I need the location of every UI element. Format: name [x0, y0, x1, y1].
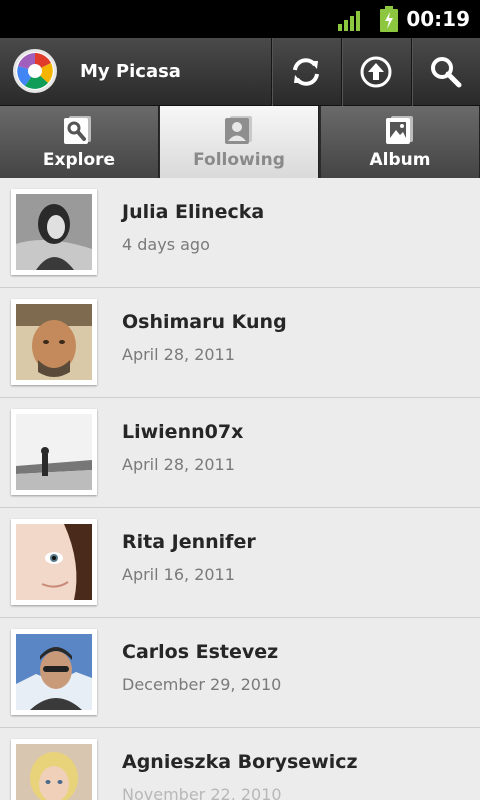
profile-photo [16, 524, 92, 600]
person-name: Agnieszka Borysewicz [122, 751, 358, 773]
updated-date: November 22, 2010 [122, 785, 282, 800]
explore-icon [64, 116, 91, 144]
tab-explore[interactable]: Explore [0, 106, 159, 178]
list-item[interactable]: Rita Jennifer April 16, 2011 [0, 508, 480, 618]
search-icon [431, 57, 462, 88]
profile-photo [16, 304, 92, 380]
person-name: Rita Jennifer [122, 531, 256, 553]
profile-photo [16, 634, 92, 710]
profile-photo [16, 744, 92, 800]
upload-button[interactable] [341, 38, 410, 106]
list-item[interactable]: Oshimaru Kung April 28, 2011 [0, 288, 480, 398]
tab-album-label: Album [369, 150, 431, 170]
upload-icon [360, 56, 392, 88]
signal-icon [338, 11, 360, 31]
person-icon [225, 116, 252, 144]
list-item[interactable]: Agnieszka Borysewicz November 22, 2010 [0, 728, 480, 800]
profile-photo [16, 414, 92, 490]
tab-bar: Explore Following Album [0, 106, 480, 178]
avatar [11, 409, 97, 495]
tab-album[interactable]: Album [321, 106, 480, 178]
person-name: Carlos Estevez [122, 641, 279, 663]
profile-photo [16, 194, 92, 270]
tab-following-label: Following [193, 150, 285, 170]
tab-following[interactable]: Following [160, 106, 319, 178]
updated-date: April 28, 2011 [122, 455, 235, 474]
refresh-button[interactable] [271, 38, 340, 106]
person-name: Oshimaru Kung [122, 311, 287, 333]
refresh-icon [293, 58, 319, 86]
action-bar: My Picasa [0, 38, 480, 106]
avatar [11, 189, 97, 275]
album-icon [386, 116, 413, 144]
following-list: Julia Elinecka 4 days ago Oshimaru Kung … [0, 178, 480, 800]
avatar [11, 519, 97, 605]
updated-date: 4 days ago [122, 235, 210, 254]
status-bar: 00:19 [0, 0, 480, 38]
app-title: My Picasa [80, 61, 181, 82]
list-item[interactable]: Carlos Estevez December 29, 2010 [0, 618, 480, 728]
search-button[interactable] [411, 38, 480, 106]
status-time: 00:19 [406, 7, 470, 31]
person-name: Liwienn07x [122, 421, 244, 443]
updated-date: December 29, 2010 [122, 675, 282, 694]
picasa-logo-icon[interactable] [12, 48, 58, 94]
list-item[interactable]: Julia Elinecka 4 days ago [0, 178, 480, 288]
battery-charging-icon [380, 6, 398, 32]
avatar [11, 629, 97, 715]
avatar [11, 299, 97, 385]
list-item[interactable]: Liwienn07x April 28, 2011 [0, 398, 480, 508]
person-name: Julia Elinecka [122, 201, 265, 223]
updated-date: April 16, 2011 [122, 565, 235, 584]
updated-date: April 28, 2011 [122, 345, 235, 364]
tab-explore-label: Explore [42, 150, 116, 170]
avatar [11, 739, 97, 800]
